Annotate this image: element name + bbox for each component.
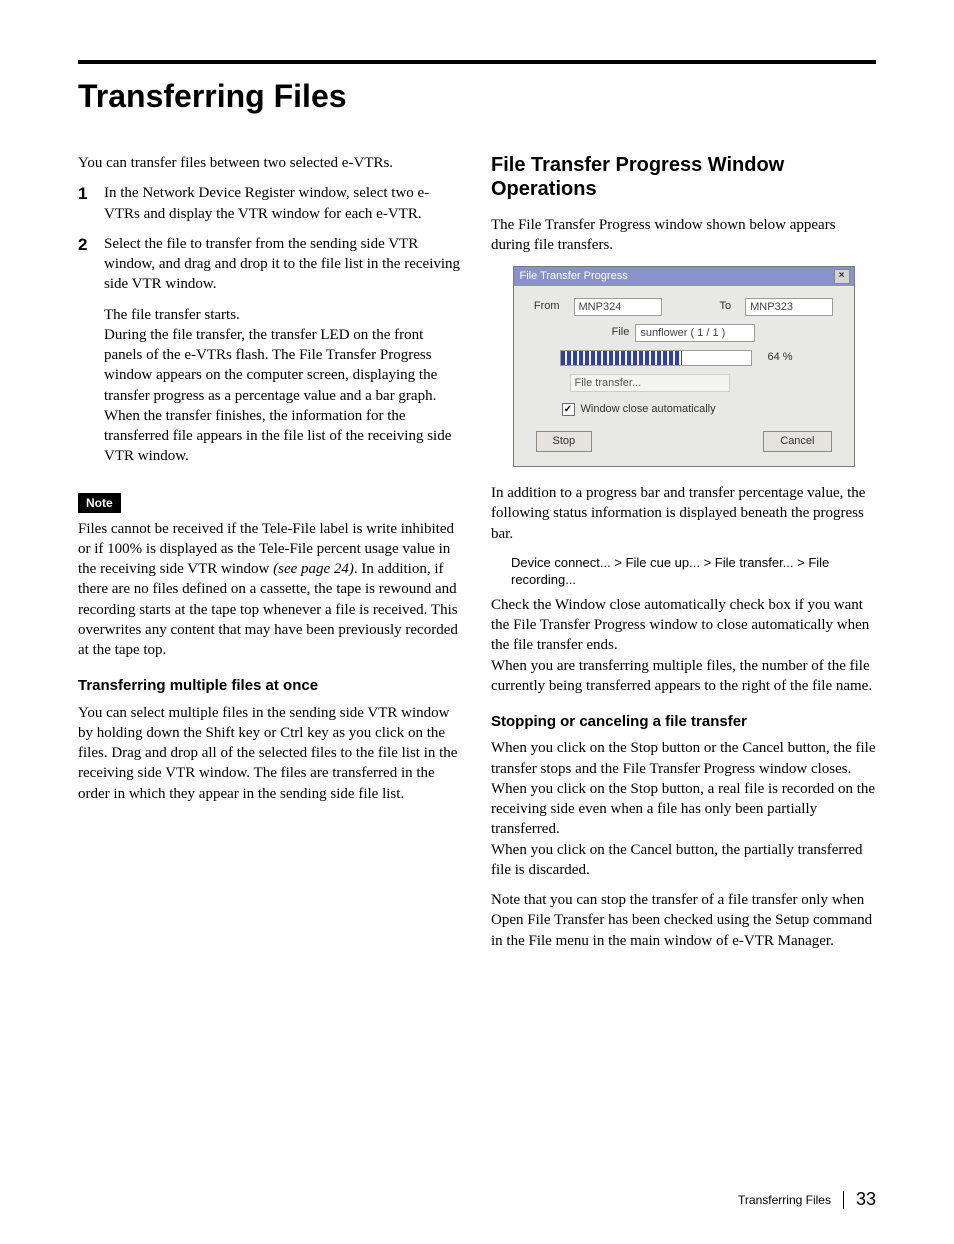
progress-bar: [560, 350, 752, 366]
step-number: 2: [78, 234, 94, 477]
page-footer: Transferring Files 33: [738, 1189, 876, 1210]
step-number: 1: [78, 183, 94, 224]
cancel-button[interactable]: Cancel: [763, 431, 831, 452]
note-block: Note Files cannot be received if the Tel…: [78, 487, 463, 661]
auto-close-checkbox-row[interactable]: ✓ Window close automatically: [562, 402, 838, 417]
paragraph: When you are transferring multiple files…: [491, 656, 876, 697]
manual-page: Transferring Files You can transfer file…: [0, 0, 954, 1244]
two-column-layout: You can transfer files between two selec…: [78, 153, 876, 961]
file-row: File sunflower ( 1 / 1 ): [530, 324, 838, 342]
from-field[interactable]: MNP324: [574, 298, 662, 316]
step-text: The file transfer starts.: [104, 305, 463, 325]
progress-percent: 64 %: [768, 350, 793, 365]
dialog-button-row: Stop Cancel: [530, 431, 838, 456]
subheading-stopping: Stopping or canceling a file transfer: [491, 712, 876, 732]
dialog-titlebar: File Transfer Progress ×: [514, 267, 854, 286]
intro-paragraph: You can transfer files between two selec…: [78, 153, 463, 173]
section-heading: File Transfer Progress Window Operations: [491, 153, 876, 201]
paragraph: When you click on the Stop button or the…: [491, 738, 876, 779]
paragraph: Check the Window close automatically che…: [491, 595, 876, 656]
paragraph: In addition to a progress bar and transf…: [491, 483, 876, 544]
file-transfer-progress-dialog: File Transfer Progress × From MNP324 To …: [513, 266, 855, 468]
step-2: 2 Select the file to transfer from the s…: [78, 234, 463, 477]
close-icon[interactable]: ×: [834, 269, 850, 284]
status-sequence: Device connect... > File cue up... > Fil…: [511, 554, 876, 589]
paragraph: The File Transfer Progress window shown …: [491, 215, 876, 256]
step-body: In the Network Device Register window, s…: [104, 183, 463, 224]
footer-divider: [843, 1191, 844, 1209]
from-label: From: [534, 299, 560, 314]
step-body: Select the file to transfer from the sen…: [104, 234, 463, 477]
page-reference: (see page 24): [273, 561, 354, 577]
status-line: File transfer...: [570, 374, 730, 393]
note-badge: Note: [78, 493, 121, 513]
right-column: File Transfer Progress Window Operations…: [491, 153, 876, 961]
page-number: 33: [856, 1189, 876, 1210]
to-field[interactable]: MNP323: [745, 298, 833, 316]
to-label: To: [720, 299, 732, 314]
from-to-row: From MNP324 To MNP323: [530, 298, 838, 316]
subheading-multiple-files: Transferring multiple files at once: [78, 676, 463, 696]
dialog-body: From MNP324 To MNP323 File sunflower ( 1…: [514, 286, 854, 467]
paragraph: You can select multiple files in the sen…: [78, 703, 463, 804]
progress-fill: [561, 351, 683, 365]
footer-section-label: Transferring Files: [738, 1193, 831, 1207]
step-1: 1 In the Network Device Register window,…: [78, 183, 463, 224]
progress-row: 64 %: [560, 350, 838, 366]
step-text: When the transfer finishes, the informat…: [104, 406, 463, 467]
file-label: File: [612, 325, 630, 340]
left-column: You can transfer files between two selec…: [78, 153, 463, 961]
dialog-title: File Transfer Progress: [520, 269, 628, 284]
note-body: Files cannot be received if the Tele-Fil…: [78, 519, 463, 661]
file-field[interactable]: sunflower ( 1 / 1 ): [635, 324, 755, 342]
step-text: During the file transfer, the transfer L…: [104, 325, 463, 406]
page-title: Transferring Files: [78, 78, 876, 115]
stop-button[interactable]: Stop: [536, 431, 593, 452]
checkbox-label: Window close automatically: [581, 402, 716, 417]
paragraph: When you click on the Stop button, a rea…: [491, 779, 876, 840]
paragraph: Note that you can stop the transfer of a…: [491, 890, 876, 951]
checkbox-icon[interactable]: ✓: [562, 403, 575, 416]
step-text: Select the file to transfer from the sen…: [104, 234, 463, 295]
paragraph: When you click on the Cancel button, the…: [491, 840, 876, 881]
top-rule: [78, 60, 876, 64]
